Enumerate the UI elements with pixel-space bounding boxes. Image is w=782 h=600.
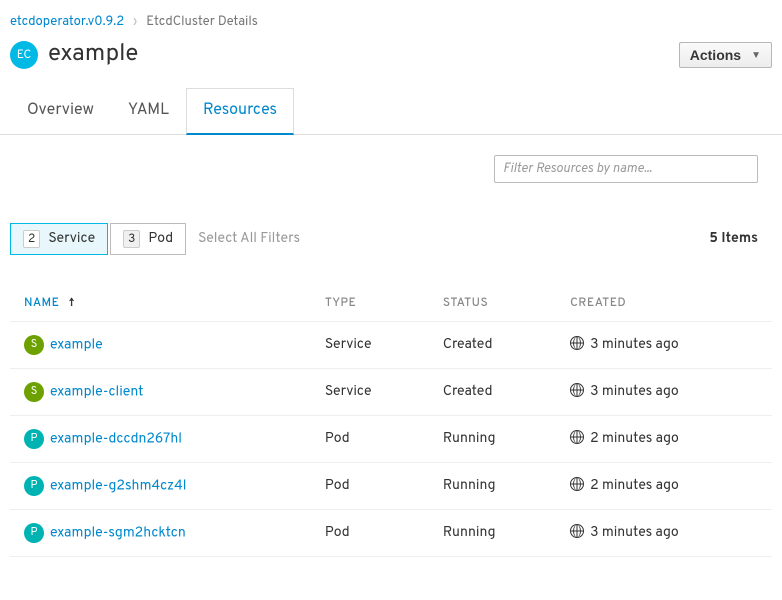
filter-chip-label: Service [48,231,95,248]
filter-resources-input[interactable] [494,155,758,183]
created-time: 3 minutes ago [590,337,679,354]
filter-chip-service[interactable]: 2 Service [10,223,108,255]
filter-chip-row: 2 Service 3 Pod Select All Filters 5 Items [0,223,782,255]
breadcrumb: etcdoperator.v0.9.2 › EtcdCluster Detail… [0,0,782,34]
cell-name: Pexample-dccdn267hl [10,416,311,463]
title-left: EC example [10,40,138,70]
actions-dropdown[interactable]: Actions ▼ [679,42,772,68]
resource-name-link[interactable]: example-dccdn267hl [50,432,182,449]
select-all-filters-link[interactable]: Select All Filters [198,231,300,248]
cell-created: 3 minutes ago [556,369,772,416]
cell-status: Running [429,463,556,510]
sort-ascending-icon: ↑ [69,295,75,311]
tab-resources[interactable]: Resources [186,88,294,135]
column-header-name[interactable]: NAME ↑ [10,285,311,322]
title-row: EC example Actions ▼ [0,34,782,88]
tab-yaml[interactable]: YAML [111,88,186,135]
filter-chip-count: 2 [23,230,40,248]
chevron-down-icon: ▼ [751,50,761,61]
filter-row [0,135,782,193]
filter-chip-label: Pod [148,231,173,248]
actions-label: Actions [690,47,741,63]
cell-created: 3 minutes ago [556,510,772,557]
filter-chip-pod[interactable]: 3 Pod [110,223,186,255]
resource-name-link[interactable]: example-client [50,385,143,402]
cell-name: Sexample-client [10,369,311,416]
cell-created: 3 minutes ago [556,322,772,369]
resource-name-link[interactable]: example-g2shm4cz4l [50,479,186,496]
pod-icon: P [24,523,44,543]
created-time: 2 minutes ago [590,431,679,448]
cell-type: Pod [311,416,429,463]
created-time: 2 minutes ago [590,478,679,495]
globe-icon [570,383,584,397]
cell-created: 2 minutes ago [556,463,772,510]
resources-table-wrap: NAME ↑ TYPE STATUS CREATED SexampleServi… [0,285,782,557]
table-row: Pexample-g2shm4cz4lPodRunning2 minutes a… [10,463,772,510]
cell-name: Pexample-sgm2hcktcn [10,510,311,557]
service-icon: S [24,335,44,355]
tabs: OverviewYAMLResources [0,88,782,135]
cell-type: Service [311,322,429,369]
cell-name: Pexample-g2shm4cz4l [10,463,311,510]
table-row: SexampleServiceCreated3 minutes ago [10,322,772,369]
page-title: example [48,40,138,70]
cell-created: 2 minutes ago [556,416,772,463]
pod-icon: P [24,476,44,496]
cell-type: Pod [311,510,429,557]
cell-status: Created [429,369,556,416]
globe-icon [570,336,584,350]
cell-status: Running [429,416,556,463]
table-row: Sexample-clientServiceCreated3 minutes a… [10,369,772,416]
chevron-right-icon: › [133,14,137,30]
cell-type: Service [311,369,429,416]
globe-icon [570,430,584,444]
cell-status: Created [429,322,556,369]
created-time: 3 minutes ago [590,525,679,542]
resource-name-link[interactable]: example-sgm2hcktcn [50,526,186,543]
items-count: 5 Items [709,231,758,248]
service-icon: S [24,382,44,402]
resource-kind-badge: EC [10,41,38,69]
cell-status: Running [429,510,556,557]
table-row: Pexample-sgm2hcktcnPodRunning3 minutes a… [10,510,772,557]
filter-chip-count: 3 [123,230,140,248]
created-time: 3 minutes ago [590,384,679,401]
globe-icon [570,477,584,491]
breadcrumb-parent-link[interactable]: etcdoperator.v0.9.2 [10,14,124,30]
resource-name-link[interactable]: example [50,338,103,355]
column-header-type[interactable]: TYPE [311,285,429,322]
table-row: Pexample-dccdn267hlPodRunning2 minutes a… [10,416,772,463]
column-header-created[interactable]: CREATED [556,285,772,322]
pod-icon: P [24,429,44,449]
column-header-name-label[interactable]: NAME [24,295,59,311]
cell-name: Sexample [10,322,311,369]
globe-icon [570,524,584,538]
resources-table: NAME ↑ TYPE STATUS CREATED SexampleServi… [10,285,772,557]
column-header-status[interactable]: STATUS [429,285,556,322]
breadcrumb-current: EtcdCluster Details [146,14,258,30]
tab-overview[interactable]: Overview [10,88,111,135]
cell-type: Pod [311,463,429,510]
